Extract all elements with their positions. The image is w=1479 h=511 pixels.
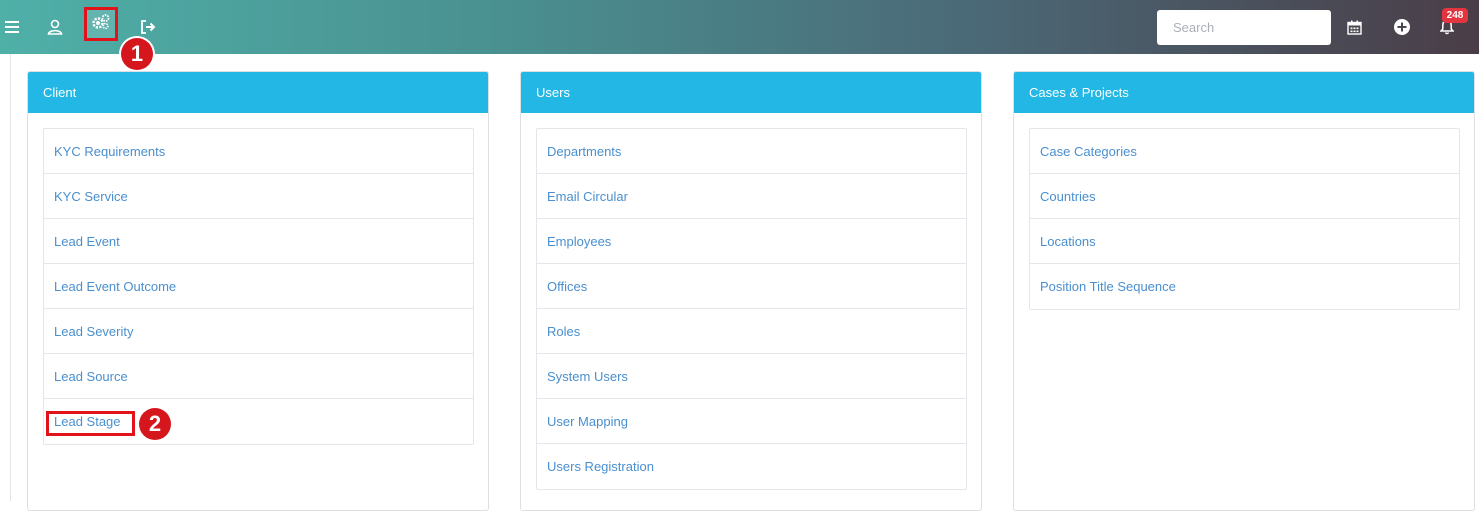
- user-mapping-link[interactable]: User Mapping: [547, 414, 628, 429]
- departments-link[interactable]: Departments: [547, 144, 621, 159]
- list-item: System Users: [537, 354, 966, 399]
- list-item: Departments: [537, 129, 966, 174]
- callout-number-2: 2: [139, 408, 171, 440]
- gear-icon: [91, 13, 111, 36]
- list-item: Locations: [1030, 219, 1459, 264]
- list-item: Employees: [537, 219, 966, 264]
- lead-event-outcome-link[interactable]: Lead Event Outcome: [54, 279, 176, 294]
- list-item: Lead Stage: [44, 399, 473, 444]
- client-panel: Client KYC Requirements KYC Service Lead…: [27, 71, 489, 511]
- list-item: Lead Severity: [44, 309, 473, 354]
- cases-projects-panel: Cases & Projects Case Categories Countri…: [1013, 71, 1475, 511]
- cases-projects-list: Case Categories Countries Locations Posi…: [1029, 128, 1460, 310]
- top-navbar: 248: [0, 0, 1479, 54]
- locations-link[interactable]: Locations: [1040, 234, 1096, 249]
- list-item: KYC Service: [44, 174, 473, 219]
- list-item: Lead Event Outcome: [44, 264, 473, 309]
- roles-link[interactable]: Roles: [547, 324, 580, 339]
- kyc-requirements-link[interactable]: KYC Requirements: [54, 144, 165, 159]
- list-item: Lead Event: [44, 219, 473, 264]
- system-users-link[interactable]: System Users: [547, 369, 628, 384]
- employees-link[interactable]: Employees: [547, 234, 611, 249]
- offices-link[interactable]: Offices: [547, 279, 587, 294]
- users-list: Departments Email Circular Employees Off…: [536, 128, 967, 490]
- lead-severity-link[interactable]: Lead Severity: [54, 324, 134, 339]
- list-item: Countries: [1030, 174, 1459, 219]
- panel-title: Users: [521, 72, 981, 113]
- email-circular-link[interactable]: Email Circular: [547, 189, 628, 204]
- settings-gear-button[interactable]: [84, 7, 118, 41]
- list-item: KYC Requirements: [44, 129, 473, 174]
- list-item: Email Circular: [537, 174, 966, 219]
- position-title-sequence-link[interactable]: Position Title Sequence: [1040, 279, 1176, 294]
- notification-badge: 248: [1442, 8, 1468, 23]
- list-item: Lead Source: [44, 354, 473, 399]
- list-item: Position Title Sequence: [1030, 264, 1459, 309]
- plus-icon[interactable]: [1389, 0, 1415, 54]
- menu-icon[interactable]: [0, 0, 24, 54]
- lead-event-link[interactable]: Lead Event: [54, 234, 120, 249]
- panel-title: Client: [28, 72, 488, 113]
- users-panel: Users Departments Email Circular Employe…: [520, 71, 982, 511]
- calendar-icon[interactable]: [1342, 0, 1366, 54]
- search-input[interactable]: [1157, 10, 1331, 45]
- list-item: User Mapping: [537, 399, 966, 444]
- countries-link[interactable]: Countries: [1040, 189, 1096, 204]
- list-item: Roles: [537, 309, 966, 354]
- list-item: Offices: [537, 264, 966, 309]
- list-item: Case Categories: [1030, 129, 1459, 174]
- users-registration-link[interactable]: Users Registration: [547, 459, 654, 474]
- highlight-box: [46, 411, 135, 436]
- client-list: KYC Requirements KYC Service Lead Event …: [43, 128, 474, 445]
- panel-title: Cases & Projects: [1014, 72, 1474, 113]
- lead-source-link[interactable]: Lead Source: [54, 369, 128, 384]
- list-item: Users Registration: [537, 444, 966, 489]
- kyc-service-link[interactable]: KYC Service: [54, 189, 128, 204]
- sidebar-divider: [10, 54, 11, 501]
- user-icon[interactable]: [42, 0, 68, 54]
- callout-number-1: 1: [121, 38, 153, 70]
- case-categories-link[interactable]: Case Categories: [1040, 144, 1137, 159]
